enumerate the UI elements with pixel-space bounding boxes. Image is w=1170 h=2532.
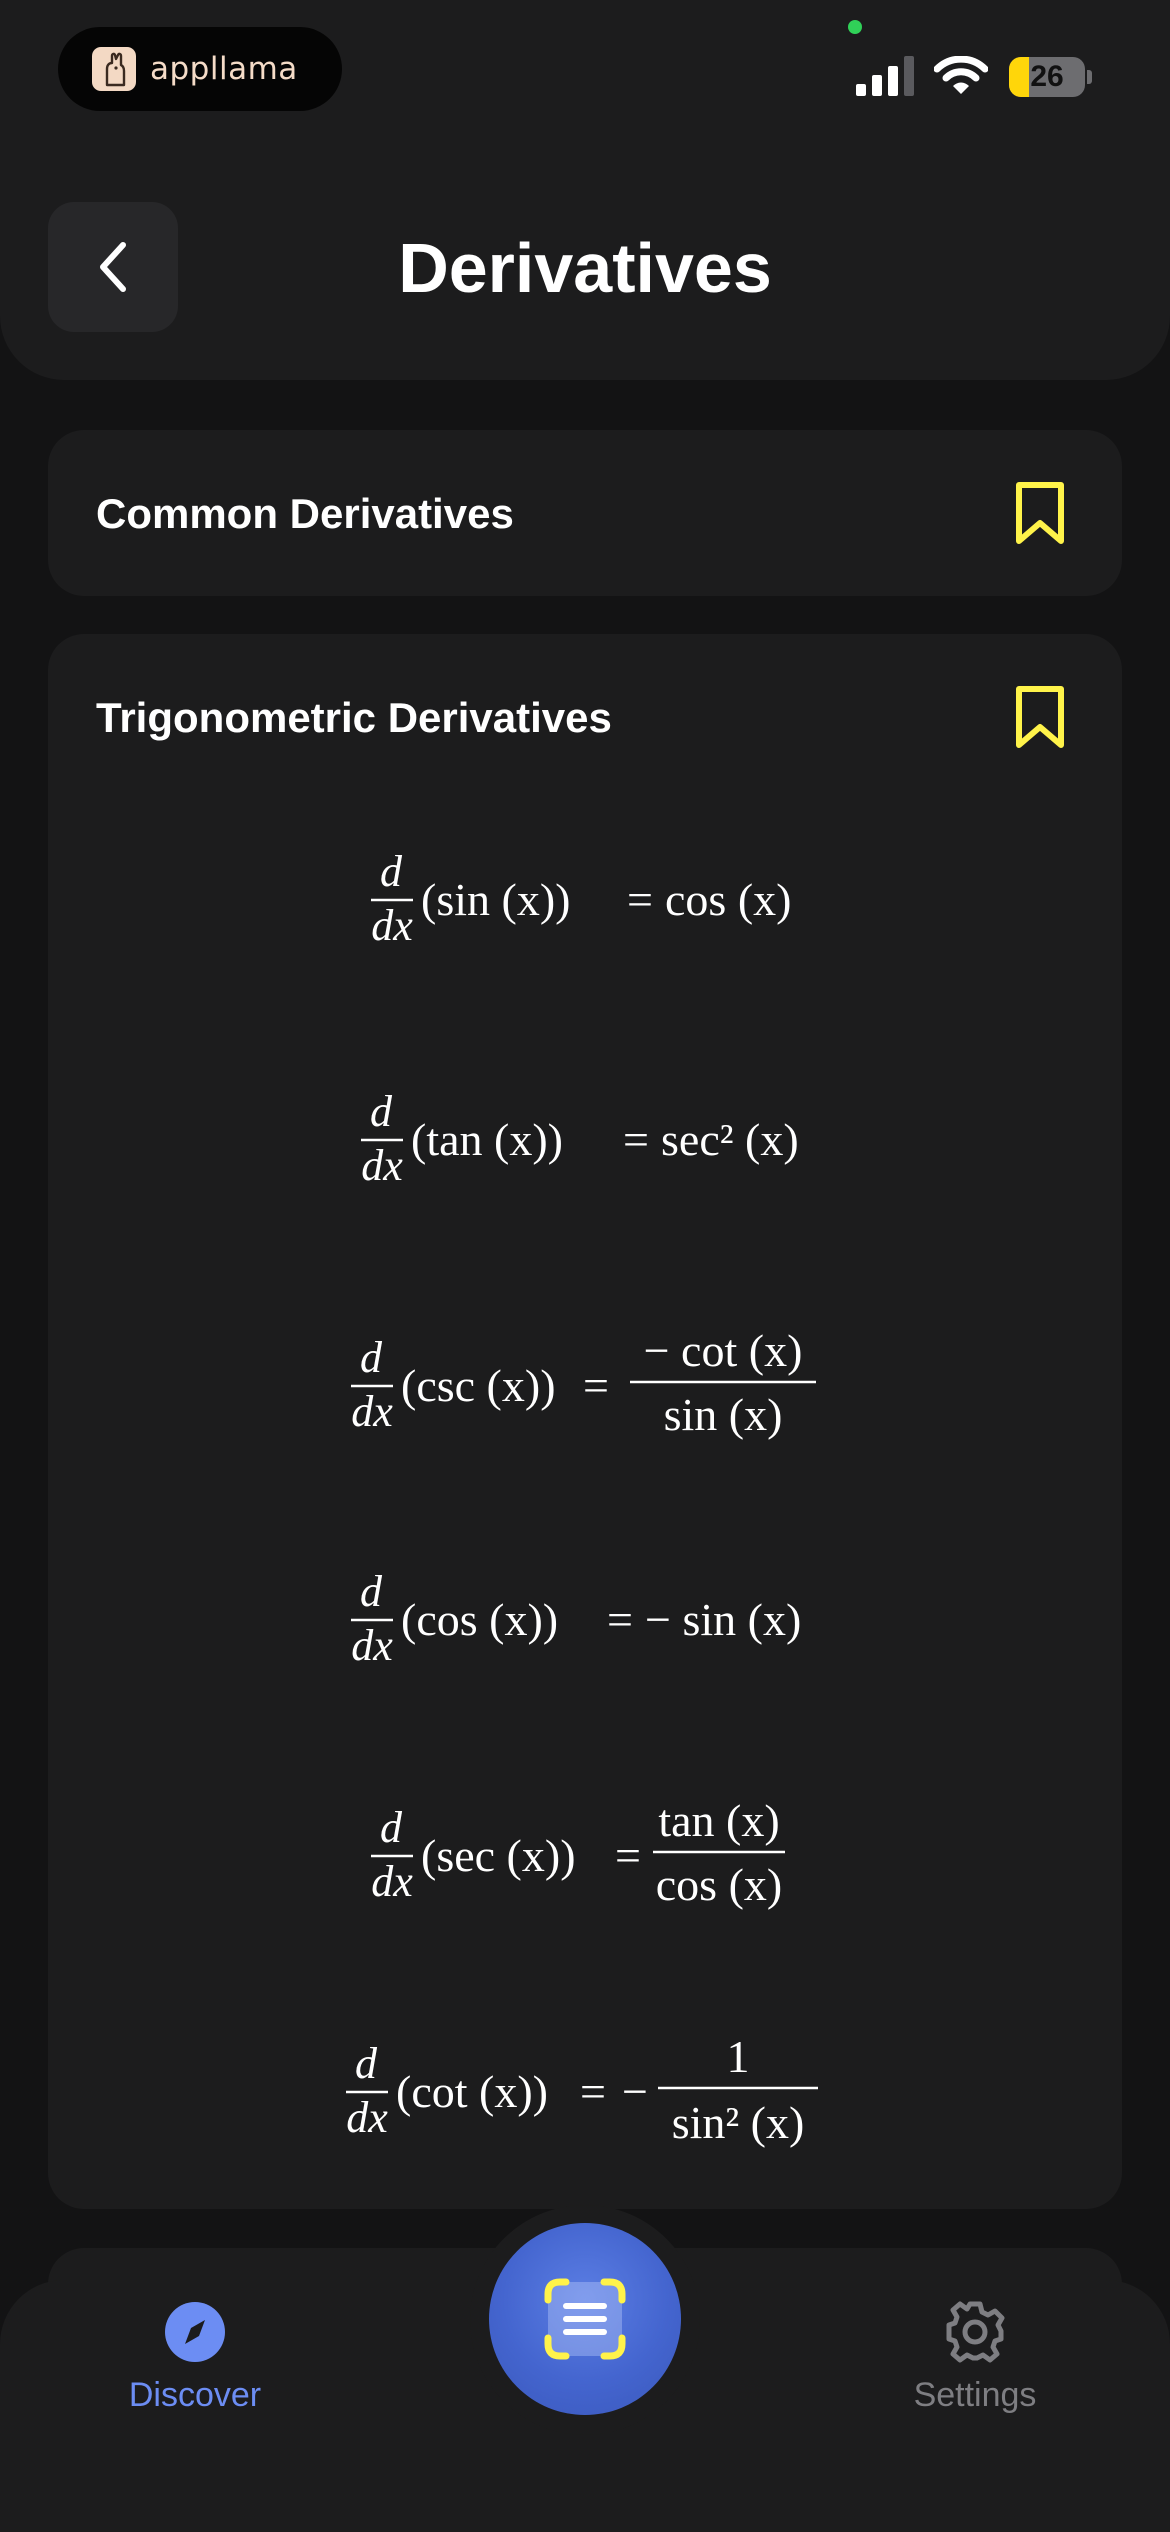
svg-text:sin (x): sin (x) (664, 1389, 783, 1440)
back-button[interactable] (48, 202, 178, 332)
app-name: appllama (150, 51, 298, 87)
tab-settings[interactable]: Settings (845, 2300, 1105, 2440)
svg-text:d: d (360, 1567, 383, 1616)
svg-text:d: d (370, 1087, 393, 1136)
formula-sec-derivative: d dx (sec (x)) = tan (x) cos (x) (48, 1790, 1122, 1920)
svg-text:(cos (x)): (cos (x)) (401, 1594, 558, 1645)
tab-discover[interactable]: Discover (65, 2300, 325, 2440)
svg-text:− cot (x): − cot (x) (644, 1325, 803, 1376)
status-bar: appllama 26 (0, 0, 1170, 150)
svg-text:d: d (360, 1333, 383, 1382)
svg-text:− sin (x): − sin (x) (645, 1594, 801, 1645)
page-title: Derivatives (398, 229, 772, 307)
formula-cos-derivative: d dx (cos (x)) = − sin (x) (48, 1564, 1122, 1674)
formula-sin-derivative: d dx (sin (x)) = cos (x) (48, 844, 1122, 954)
scan-button[interactable] (489, 2223, 681, 2415)
svg-text:(sin (x)): (sin (x)) (421, 874, 570, 925)
app-indicator-pill[interactable]: appllama (58, 27, 342, 111)
chevron-left-icon (100, 242, 126, 292)
svg-text:dx: dx (371, 1857, 413, 1906)
svg-text:dx: dx (346, 2093, 388, 2142)
compass-icon (165, 2302, 225, 2362)
svg-text:cos (x): cos (x) (656, 1859, 782, 1910)
svg-text:=: = (580, 2066, 606, 2117)
svg-text:=: = (627, 874, 653, 925)
formula-csc-derivative: d dx (csc (x)) = − cot (x) sin (x) (48, 1320, 1122, 1450)
section-trigonometric-derivatives[interactable]: Trigonometric Derivatives d dx (sin (x))… (48, 634, 1122, 2209)
svg-text:−: − (622, 2066, 648, 2117)
gear-icon (946, 2301, 1005, 2363)
recording-indicator (848, 20, 862, 34)
svg-text:dx: dx (351, 1621, 393, 1670)
svg-text:=: = (623, 1114, 649, 1165)
svg-text:1: 1 (727, 2031, 750, 2082)
tab-label: Discover (128, 2376, 262, 2414)
svg-text:(tan (x)): (tan (x)) (411, 1114, 563, 1165)
section-common-derivatives[interactable]: Common Derivatives (48, 430, 1122, 596)
formula-tan-derivative: d dx (tan (x)) = sec² (x) (48, 1084, 1122, 1194)
tab-label: Settings (913, 2376, 1037, 2414)
wifi-icon (934, 56, 988, 94)
bookmark-icon[interactable] (1014, 684, 1066, 750)
formula-cot-derivative: d dx (cot (x)) = − 1 sin² (x) (48, 2026, 1122, 2156)
svg-text:=: = (583, 1360, 609, 1411)
svg-text:tan (x): tan (x) (658, 1795, 779, 1846)
svg-text:=: = (615, 1830, 641, 1881)
svg-text:d: d (380, 1803, 403, 1852)
svg-text:dx: dx (361, 1141, 403, 1190)
svg-text:sec² (x): sec² (x) (661, 1114, 799, 1165)
svg-text:cos (x): cos (x) (665, 874, 791, 925)
battery-level: 26 (1030, 60, 1064, 93)
svg-text:(csc (x)): (csc (x)) (401, 1360, 556, 1411)
svg-text:dx: dx (351, 1387, 393, 1436)
llama-logo-icon (92, 47, 136, 91)
svg-text:sin² (x): sin² (x) (672, 2097, 805, 2148)
svg-text:=: = (607, 1594, 633, 1645)
svg-text:(sec (x)): (sec (x)) (421, 1830, 576, 1881)
signal-icon (856, 56, 914, 96)
svg-text:dx: dx (371, 901, 413, 950)
battery-icon: 26 (1009, 57, 1092, 97)
section-title: Common Derivatives (96, 490, 514, 537)
scan-icon (544, 2278, 626, 2360)
svg-text:d: d (380, 847, 403, 896)
bookmark-icon[interactable] (1014, 480, 1066, 546)
svg-text:(cot (x)): (cot (x)) (396, 2066, 548, 2117)
svg-text:d: d (355, 2039, 378, 2088)
section-title: Trigonometric Derivatives (96, 694, 612, 741)
